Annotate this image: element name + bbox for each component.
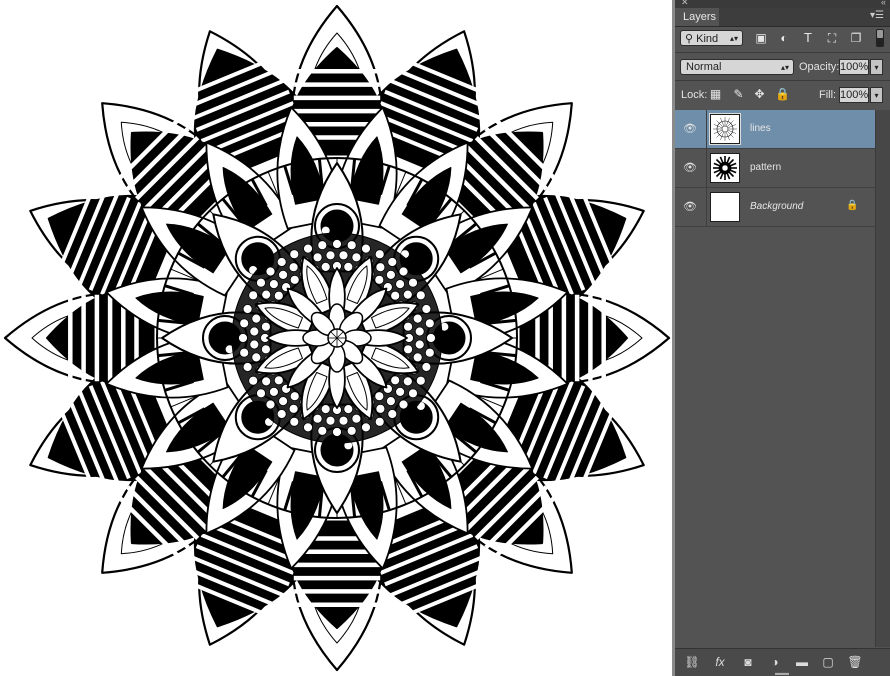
close-panel-icon[interactable]: ✕: [681, 0, 689, 8]
adjustment-filter-icon[interactable]: ◐: [777, 31, 791, 45]
filter-toggle-switch[interactable]: [876, 29, 884, 47]
layer-row-lines[interactable]: 👁 lines: [675, 110, 875, 149]
fill-dropdown-button[interactable]: ▾: [870, 87, 883, 103]
panel-tab-row: Layers ▾☰: [675, 8, 890, 27]
layer-row-background[interactable]: 👁 Background 🔒: [675, 188, 875, 227]
lock-row: Lock: ▦ ✎ ✥ 🔒 Fill: 100% ▾: [675, 84, 890, 106]
mandala-artwork: [3, 4, 671, 672]
layer-row-pattern[interactable]: 👁 pattern: [675, 149, 875, 188]
search-icon: ⚲: [685, 33, 697, 45]
lock-all-icon[interactable]: 🔒: [775, 87, 790, 102]
blend-mode-value: Normal: [686, 61, 722, 73]
lock-transparent-pixels-icon[interactable]: ▦: [708, 87, 723, 102]
kind-filter-label: Kind: [696, 33, 719, 45]
opacity-dropdown-button[interactable]: ▾: [870, 59, 883, 75]
panel-top-strip: ✕ «: [675, 0, 890, 8]
updown-arrows-icon: ▴▾: [780, 63, 789, 72]
separator: [706, 188, 707, 227]
layer-thumbnail: [709, 113, 741, 145]
lock-position-icon[interactable]: ✥: [752, 87, 767, 102]
smart-object-filter-icon[interactable]: ❐: [849, 31, 863, 45]
separator: [706, 149, 707, 188]
layer-name: Background: [750, 201, 804, 212]
separator: [675, 80, 890, 81]
fx-icon[interactable]: fx: [712, 654, 728, 670]
opacity-label: Opacity:: [799, 61, 840, 73]
updown-arrows-icon: ▴▾: [729, 34, 738, 43]
layers-panel: ✕ « Layers ▾☰ ⚲ Kind ▴▾ ▣ ◐ T ⛶ ❐ Normal…: [675, 0, 890, 676]
layers-bottom-bar: ⛓ fx ◙ ◑ ▬ ▢ 🗑 ▬▬: [675, 648, 890, 676]
document-canvas[interactable]: [0, 0, 675, 676]
resize-grip[interactable]: ▬▬: [775, 670, 789, 676]
layer-name: lines: [750, 123, 771, 134]
trash-icon[interactable]: 🗑: [847, 654, 863, 670]
eye-visibility-icon[interactable]: 👁: [682, 122, 698, 136]
layer-thumbnail: [710, 192, 740, 222]
type-filter-icon[interactable]: T: [801, 31, 815, 45]
panel-menu-icon[interactable]: ▾☰: [870, 10, 884, 21]
tab-layers[interactable]: Layers: [675, 8, 719, 26]
eye-visibility-icon[interactable]: 👁: [682, 200, 698, 214]
shape-filter-icon[interactable]: ⛶: [825, 31, 839, 45]
layer-name: pattern: [750, 162, 782, 173]
separator: [706, 110, 707, 149]
link-layers-icon[interactable]: ⛓: [684, 654, 700, 670]
fill-label: Fill:: [819, 89, 837, 101]
lock-icon: 🔒: [846, 200, 859, 211]
separator: [675, 52, 890, 53]
lock-label: Lock:: [681, 89, 708, 101]
blend-mode-select[interactable]: Normal ▴▾: [680, 59, 794, 75]
lock-image-pixels-icon[interactable]: ✎: [731, 87, 746, 102]
adjustment-layer-icon[interactable]: ◑: [767, 654, 783, 670]
kind-filter-select[interactable]: ⚲ Kind ▴▾: [680, 30, 743, 46]
image-filter-icon[interactable]: ▣: [754, 31, 768, 45]
fill-input[interactable]: 100%: [839, 87, 869, 103]
opacity-input[interactable]: 100%: [839, 59, 869, 75]
new-layer-icon[interactable]: ▢: [820, 654, 836, 670]
collapse-panel-icon[interactable]: «: [881, 0, 886, 7]
layer-thumbnail: [710, 153, 740, 183]
group-folder-icon[interactable]: ▬: [794, 654, 810, 670]
blend-row: Normal ▴▾ Opacity: 100% ▾: [675, 56, 890, 78]
layers-scrollbar[interactable]: [875, 110, 890, 647]
filter-row: ⚲ Kind ▴▾ ▣ ◐ T ⛶ ❐: [675, 27, 890, 51]
add-mask-icon[interactable]: ◙: [740, 654, 756, 670]
eye-visibility-icon[interactable]: 👁: [682, 161, 698, 175]
